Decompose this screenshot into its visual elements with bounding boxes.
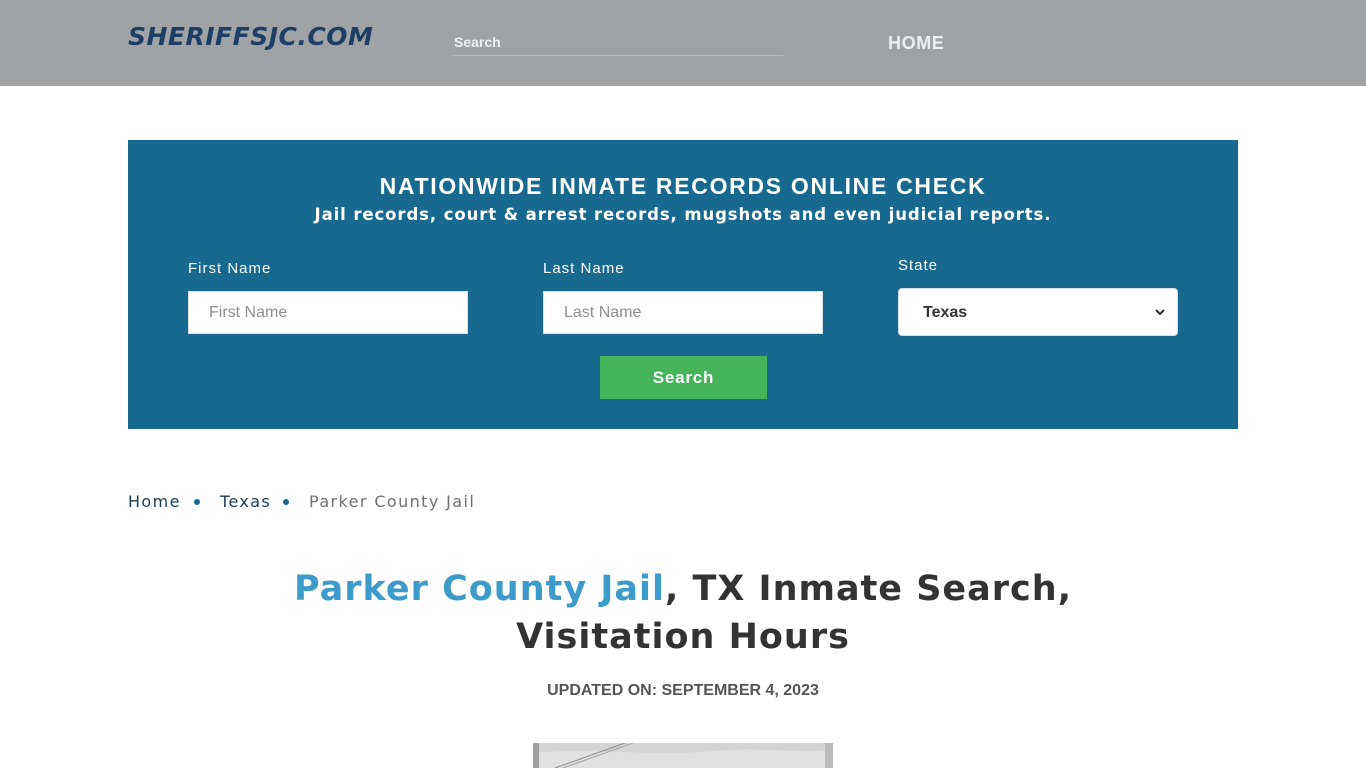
breadcrumb-separator-dot — [194, 499, 200, 505]
nav-home-link[interactable]: HOME — [888, 33, 944, 54]
jail-photo-image — [533, 743, 833, 768]
state-select-value: Texas — [923, 304, 968, 321]
inmate-search-banner: NATIONWIDE INMATE RECORDS ONLINE CHECK J… — [128, 140, 1238, 429]
first-name-label: First Name — [188, 260, 272, 277]
last-name-input[interactable] — [543, 291, 823, 334]
banner-subtitle: Jail records, court & arrest records, mu… — [314, 205, 1052, 224]
page-title-link[interactable]: Parker County Jail — [294, 569, 665, 609]
site-logo[interactable]: SHERIFFSJC.COM — [128, 22, 373, 51]
state-label: State — [898, 257, 939, 274]
site-header: SHERIFFSJC.COM HOME — [0, 0, 1366, 86]
first-name-input[interactable] — [188, 291, 468, 334]
breadcrumb-texas[interactable]: Texas — [220, 492, 271, 511]
banner-title: NATIONWIDE INMATE RECORDS ONLINE CHECK — [379, 173, 987, 199]
header-search-input[interactable] — [453, 30, 783, 54]
page-title: Parker County Jail, TX Inmate Search, Vi… — [220, 565, 1146, 661]
jail-photo — [533, 743, 833, 768]
last-name-label: Last Name — [543, 260, 625, 277]
updated-date: UPDATED ON: SEPTEMBER 4, 2023 — [547, 682, 819, 699]
search-button[interactable]: Search — [600, 356, 767, 399]
breadcrumb-current: Parker County Jail — [309, 492, 476, 511]
state-select[interactable]: Texas — [898, 288, 1178, 336]
header-search — [453, 30, 783, 56]
breadcrumb-separator-dot — [283, 499, 289, 505]
breadcrumb-home[interactable]: Home — [128, 492, 181, 511]
chevron-down-icon — [1155, 309, 1165, 316]
